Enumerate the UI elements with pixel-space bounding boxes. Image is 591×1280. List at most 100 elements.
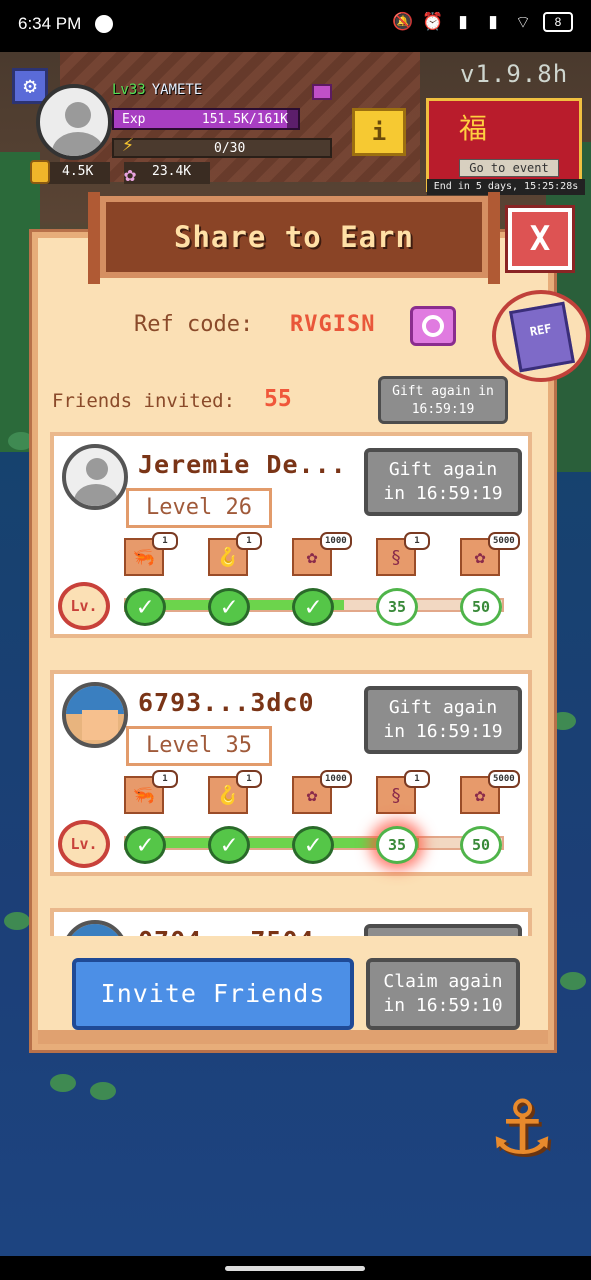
reward-qty: 5000	[488, 532, 520, 550]
friend-name: 6793...3dc0	[138, 688, 315, 717]
friend-avatar	[62, 682, 128, 748]
reward-qty: 1	[236, 770, 262, 788]
gift-again-label: Gift again in 16:59:19	[383, 459, 503, 504]
dialog-title-banner: Share to Earn	[88, 192, 500, 284]
milestone-done-check-icon: ✓	[292, 588, 334, 626]
avatar-head	[65, 102, 91, 128]
gift-all-label: Gift again in 16:59:19	[392, 384, 494, 417]
reward-qty: 1	[236, 532, 262, 550]
milestone-node: 50	[460, 826, 502, 864]
signal-icon: ▮	[488, 12, 498, 31]
lv-badge: Lv.	[58, 582, 110, 630]
lily-pad	[50, 1074, 76, 1092]
energy-bolt-icon: ⚡	[122, 132, 135, 156]
player-username: YAMETE	[151, 82, 203, 98]
player-level: Lv33	[112, 82, 146, 98]
milestone-done-check-icon: ✓	[124, 826, 166, 864]
gem-counter: 23.4K	[124, 162, 210, 184]
banner-post	[88, 192, 100, 284]
milestone-done-check-icon: ✓	[208, 826, 250, 864]
status-bar: 6:34 PM 🔕 ⏰ ▮ ▮ ⌔ 8	[0, 0, 591, 52]
friends-invited-label: Friends invited:	[52, 390, 236, 412]
lily-pad	[8, 432, 34, 450]
avatar-body	[74, 484, 118, 506]
shrimp-icon: 🦐 1	[124, 770, 178, 814]
claim-again-button[interactable]: Claim again in 16:59:10	[366, 958, 520, 1030]
friend-card: Jeremie De... Level 26 Gift again in 16:…	[50, 432, 532, 638]
gift-again-label: Gift again in 16:59:19	[383, 697, 503, 742]
lv-badge: Lv.	[58, 820, 110, 868]
ref-code-value: RVGISN	[290, 312, 376, 337]
reward-qty: 1	[152, 770, 178, 788]
invite-friends-button[interactable]: Invite Friends	[72, 958, 354, 1030]
gift-again-button[interactable]: Gift again in 16:59:19	[364, 686, 522, 754]
avatar-head	[86, 458, 108, 480]
reward-qty: 1	[404, 770, 430, 788]
banner-post	[488, 192, 500, 284]
flower-gem-icon: ✿ 1000	[292, 532, 352, 576]
friend-level: Level 35	[126, 726, 272, 766]
reward-qty: 5000	[488, 770, 520, 788]
ref-book-icon: REF	[509, 301, 575, 373]
go-to-event-button[interactable]: Go to event	[459, 159, 559, 177]
milestone-done-check-icon: ✓	[124, 588, 166, 626]
close-button[interactable]: X	[505, 205, 575, 273]
friend-name: Jeremie De...	[138, 450, 347, 479]
gift-all-button[interactable]: Gift again in 16:59:19	[378, 376, 508, 424]
milestone-node-claimable[interactable]: 35	[376, 826, 418, 864]
avatar-hair	[66, 924, 124, 936]
info-button[interactable]: i	[352, 108, 406, 156]
avatar-body	[52, 132, 104, 156]
exp-bar: Exp 151.5K/161K	[112, 108, 300, 130]
energy-bar: 0/30	[112, 138, 332, 158]
milestone-done-check-icon: ✓	[292, 826, 334, 864]
milestone-node: 35	[376, 588, 418, 626]
milestone-node: 50	[460, 588, 502, 626]
flower-gem-icon: ✿	[124, 162, 137, 186]
lily-pad	[4, 912, 30, 930]
fishing-rod-icon: 🪝 1	[208, 770, 262, 814]
event-banner[interactable]: 福 Go to event End in 5 days, 15:25:28s	[426, 98, 585, 195]
friend-level: Level 26	[126, 488, 272, 528]
flower-gem-icon: ✿ 1000	[292, 770, 352, 814]
exp-value: 151.5K/161K	[201, 112, 288, 127]
friend-list[interactable]: Jeremie De... Level 26 Gift again in 16:…	[50, 432, 532, 936]
flower-gem-icon: ✿ 5000	[460, 770, 520, 814]
worm-bait-icon: § 1	[376, 770, 430, 814]
event-art: 福	[459, 112, 488, 145]
avatar-face	[82, 710, 118, 740]
alarm-icon: ⏰	[422, 12, 444, 31]
friend-card: 6793...3dc0 Level 35 Gift again in 16:59…	[50, 670, 532, 876]
friend-avatar	[62, 920, 128, 936]
reward-qty: 1	[404, 532, 430, 550]
copy-icon	[422, 315, 444, 337]
wifi-icon: ⌔	[515, 12, 531, 32]
fishing-rod-icon: 🪝 1	[208, 532, 262, 576]
event-countdown: End in 5 days, 15:25:28s	[427, 179, 585, 195]
status-time: 6:34 PM	[18, 14, 82, 33]
reward-qty: 1	[152, 532, 178, 550]
gift-again-button[interactable]	[364, 924, 522, 936]
home-indicator[interactable]	[225, 1266, 365, 1271]
version-label: v1.9.8h	[460, 60, 569, 88]
dialog-title: Share to Earn	[174, 220, 414, 254]
worm-bait-icon: § 1	[376, 532, 430, 576]
copy-ref-code-button[interactable]	[410, 306, 456, 346]
gift-again-button[interactable]: Gift again in 16:59:19	[364, 448, 522, 516]
player-avatar[interactable]	[36, 84, 112, 160]
reward-qty: 1000	[320, 532, 352, 550]
friend-avatar	[62, 444, 128, 510]
reward-qty: 1000	[320, 770, 352, 788]
bell-muted-icon: 🔕	[392, 12, 414, 31]
lily-pad	[560, 972, 586, 990]
shrimp-icon: 🦐 1	[124, 532, 178, 576]
ref-book-button[interactable]: REF	[492, 290, 590, 382]
friends-invited-count: 55	[264, 386, 292, 412]
claim-again-label: Claim again in 16:59:10	[383, 971, 503, 1016]
anchor-icon[interactable]: ⚓	[482, 1058, 562, 1188]
player-name: Lv33 YAMETE	[112, 82, 202, 98]
friend-name: 0704...7504	[138, 926, 315, 936]
exp-label: Exp	[122, 112, 146, 127]
profile-card-icon[interactable]	[312, 84, 332, 100]
flower-gem-icon: ✿ 5000	[460, 532, 520, 576]
